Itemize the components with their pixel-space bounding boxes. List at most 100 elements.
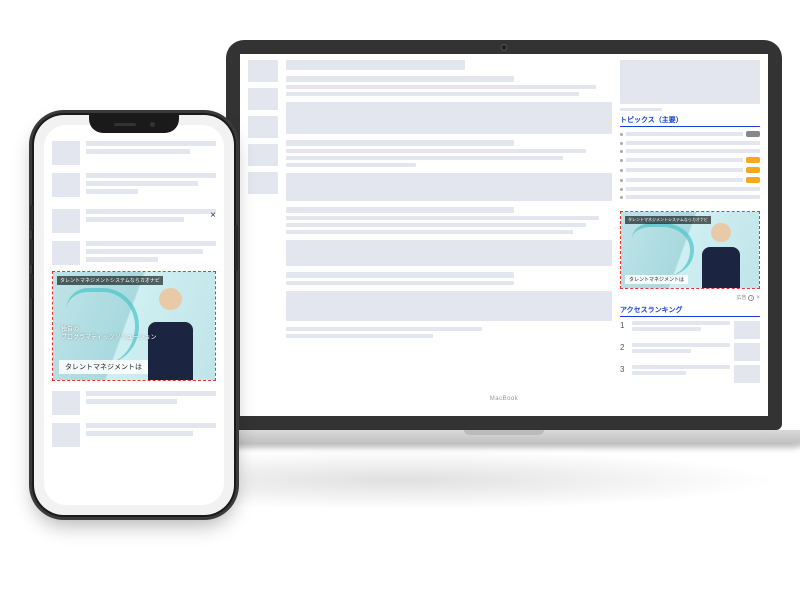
thumb-placeholder [248, 88, 278, 110]
line-placeholder [286, 272, 514, 278]
ad-creative: タレントマネジメントシステムならカオナビ 独自の プログラマティックソリューショ… [53, 272, 215, 380]
line-placeholder [620, 108, 662, 111]
line-placeholder [286, 334, 433, 338]
feed-item[interactable] [52, 173, 216, 197]
feed-item[interactable] [52, 241, 216, 265]
topic-item[interactable] [620, 157, 760, 163]
ad-headline-line: 独自の [61, 326, 157, 334]
sidebar-ad-slot[interactable]: タレントマネジメントシステムならカオナビ タレントマネジメントは [620, 211, 760, 289]
lines [86, 391, 216, 415]
feed-item[interactable] [52, 209, 216, 233]
thumb-placeholder [52, 173, 80, 197]
rank-number: 1 [620, 321, 628, 330]
topic-item[interactable] [620, 195, 760, 199]
ranking-item[interactable]: 1 [620, 321, 760, 339]
ad-placeholder-top [620, 60, 760, 104]
line-placeholder [632, 365, 730, 369]
topic-item[interactable] [620, 167, 760, 173]
thumb-placeholder [52, 391, 80, 415]
ranking-item[interactable]: 3 [620, 365, 760, 383]
line-placeholder [286, 281, 514, 285]
ad-info-icon[interactable]: i [748, 295, 754, 301]
topic-item[interactable] [620, 177, 760, 183]
phone-frame: × × [34, 115, 234, 515]
ranking-item[interactable]: 2 [620, 343, 760, 361]
line-placeholder [86, 391, 216, 396]
close-icon[interactable]: × [210, 211, 216, 221]
ranking-heading: アクセスランキング [620, 305, 760, 317]
rank-number: 3 [620, 365, 628, 374]
line-placeholder [86, 423, 216, 428]
line-placeholder [632, 321, 730, 325]
line-placeholder [286, 327, 482, 331]
bullet-icon [620, 188, 623, 191]
line-placeholder [626, 178, 743, 182]
line-placeholder [286, 85, 596, 89]
laptop-main-feed [286, 60, 612, 410]
ad-creative: タレントマネジメントシステムならカオナビ タレントマネジメントは [621, 212, 759, 288]
line-placeholder [626, 141, 760, 145]
line-placeholder [86, 257, 158, 262]
lines [86, 423, 216, 447]
lines [86, 141, 216, 165]
laptop-base [196, 430, 800, 444]
feed-item[interactable] [52, 391, 216, 415]
thumb-placeholder [52, 141, 80, 165]
topic-item[interactable] [620, 131, 760, 137]
rank-thumb [734, 343, 760, 361]
block-placeholder [286, 291, 612, 321]
hero-placeholder [286, 60, 465, 70]
phone-mockup: × × [34, 115, 234, 515]
bullet-icon [620, 169, 623, 172]
topic-item[interactable] [620, 141, 760, 145]
line-placeholder [86, 241, 216, 246]
thumb-placeholder [52, 423, 80, 447]
rank-number: 2 [620, 343, 628, 352]
line-placeholder [86, 399, 177, 404]
line-placeholder [86, 173, 216, 178]
bullet-icon [620, 179, 623, 182]
line-placeholder [86, 141, 216, 146]
line-placeholder [86, 431, 193, 436]
line-placeholder [286, 223, 586, 227]
thumb-placeholder [52, 241, 80, 265]
ad-close-icon[interactable]: × [756, 295, 760, 301]
line-placeholder [286, 140, 514, 146]
bullet-icon [620, 196, 623, 199]
lines [86, 209, 216, 233]
line-placeholder [286, 216, 599, 220]
topics-heading: トピックス（主要） [620, 115, 760, 127]
ad-caption: タレントマネジメントは [625, 275, 688, 284]
thumb-placeholder [248, 144, 278, 166]
line-placeholder [286, 149, 586, 153]
article-placeholder [286, 76, 612, 96]
laptop-left-rail [248, 60, 278, 410]
ad-tag: タレントマネジメントシステムならカオナビ [625, 216, 711, 224]
topic-item[interactable] [620, 149, 760, 153]
line-placeholder [632, 327, 701, 331]
bullet-icon [620, 150, 623, 153]
feed-item[interactable] [52, 141, 216, 165]
ad-headline: 独自の プログラマティックソリューション [61, 326, 157, 343]
article-placeholder [286, 102, 612, 134]
phone-feed [52, 209, 216, 265]
phone-notch [89, 115, 179, 133]
article-placeholder [286, 291, 612, 321]
line-placeholder [286, 76, 514, 82]
phone-ad-wrapper: タレントマネジメントシステムならカオナビ 独自の プログラマティックソリューショ… [52, 271, 216, 381]
line-placeholder [632, 371, 686, 375]
ad-label-row: 広告 i × [620, 294, 760, 301]
badge-generic [746, 131, 760, 137]
laptop-screen: トピックス（主要） タレントマネジメントシス [240, 54, 768, 416]
line-placeholder [626, 158, 743, 162]
line-placeholder [86, 149, 190, 154]
topic-item[interactable] [620, 187, 760, 191]
feed-item[interactable] [52, 423, 216, 447]
laptop-lid: トピックス（主要） タレントマネジメントシス [226, 40, 782, 430]
ad-headline-line: プログラマティックソリューション [61, 334, 157, 342]
line-placeholder [286, 92, 579, 96]
phone-ad-slot[interactable]: タレントマネジメントシステムならカオナビ 独自の プログラマティックソリューショ… [52, 271, 216, 381]
line-placeholder [86, 189, 138, 194]
article-placeholder [286, 240, 612, 266]
thumb-placeholder [248, 60, 278, 82]
